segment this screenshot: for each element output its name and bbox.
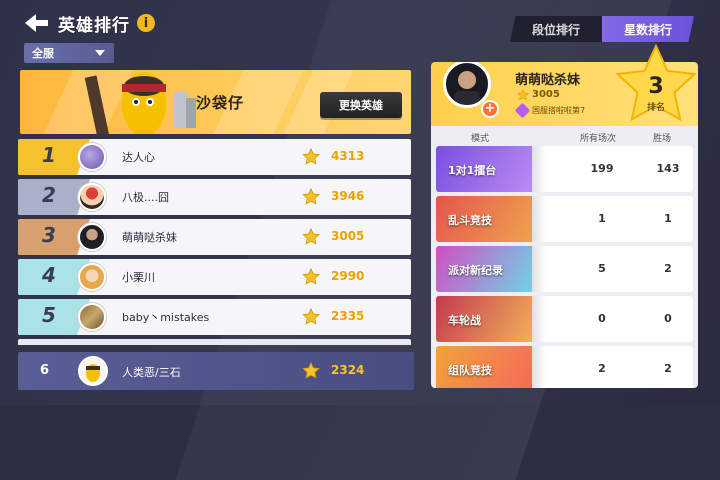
star-score: 3946: [331, 189, 365, 203]
stats-header-wins: 胜场: [653, 134, 672, 144]
row-divider: [532, 246, 546, 292]
row-divider: [532, 146, 546, 192]
server-filter-dropdown[interactable]: 全服: [24, 43, 114, 63]
player-name: 小栗川: [122, 271, 155, 284]
mode-name: 车轮战: [448, 314, 481, 327]
player-name: 八极....囧: [122, 191, 169, 204]
row-divider: [532, 196, 546, 242]
change-hero-button[interactable]: 更换英雄: [320, 92, 402, 118]
chevron-down-icon: [95, 50, 105, 56]
tab-star-ranking[interactable]: 星数排行: [602, 16, 694, 42]
player-name: 达人心: [122, 151, 155, 164]
mode-name: 1对1擂台: [448, 164, 497, 177]
mode-wins: 2: [664, 362, 672, 375]
add-friend-icon[interactable]: +: [481, 100, 499, 118]
star-icon: [302, 362, 320, 379]
rank-number: 1: [42, 143, 56, 167]
leaderboard-row[interactable]: 3 萌萌哒杀妹 3005: [18, 219, 411, 255]
avatar[interactable]: [78, 183, 106, 211]
star-score: 3005: [331, 229, 365, 243]
mode-total-games: 0: [598, 312, 606, 325]
mode-wins: 2: [664, 262, 672, 275]
hero-portrait-icon: [84, 72, 196, 134]
star-icon: [302, 268, 320, 285]
mode-total-games: 5: [598, 262, 606, 275]
row-divider: [532, 296, 546, 342]
leaderboard-row-partial[interactable]: [18, 339, 411, 345]
star-icon: [302, 148, 320, 165]
mode-name: 乱斗竞技: [448, 214, 492, 227]
row-divider: [532, 346, 546, 388]
info-icon[interactable]: i: [137, 14, 155, 32]
avatar[interactable]: [78, 143, 106, 171]
mode-stat-row: 车轮战 0 0: [436, 296, 693, 342]
leaderboard-row[interactable]: 2 八极....囧 3946: [18, 179, 411, 215]
profile-stars: 3005: [532, 89, 560, 100]
star-score: 2990: [331, 269, 365, 283]
rank-number: 2: [42, 183, 56, 207]
rank-number: 3: [42, 223, 56, 247]
mode-total-games: 199: [590, 162, 614, 175]
avatar[interactable]: [78, 263, 106, 291]
mode-total-games: 1: [598, 212, 606, 225]
star-score: 4313: [331, 149, 365, 163]
star-icon: [517, 89, 529, 101]
rank-label: 排名: [646, 103, 665, 113]
page-title: 英雄排行: [58, 15, 130, 36]
avatar[interactable]: [78, 223, 106, 251]
mode-wins: 0: [664, 312, 672, 325]
mode-stats-panel: 模式 所有场次 胜场 1对1擂台 199 143 乱斗竞技 1 1 派对新纪录 …: [431, 126, 698, 388]
mode-name: 组队竞技: [448, 364, 492, 377]
mode-stat-row: 1对1擂台 199 143: [436, 146, 693, 192]
header: 英雄排行 i: [22, 9, 155, 37]
my-rank-row[interactable]: 6 人类恶/三石 2324: [18, 352, 414, 390]
mode-wins: 143: [656, 162, 680, 175]
hero-name: 沙袋仔: [196, 94, 245, 112]
mode-stat-row: 组队竞技 2 2: [436, 346, 693, 388]
profile-name: 萌萌哒杀妹: [515, 73, 581, 88]
stats-header-total: 所有场次: [580, 134, 617, 144]
rank-number: 5: [42, 303, 56, 327]
profile-badge-text: 国服搭啦啦第7: [532, 106, 586, 115]
rank-star: 3 排名: [613, 43, 699, 130]
leaderboard-row[interactable]: 1 达人心 4313: [18, 139, 411, 175]
rank-value: 3: [648, 74, 664, 99]
mode-name: 派对新纪录: [448, 264, 503, 277]
server-filter-label: 全服: [32, 47, 54, 60]
my-avatar[interactable]: [78, 356, 108, 386]
star-score: 2335: [331, 309, 365, 323]
avatar[interactable]: [78, 303, 106, 331]
leaderboard-row[interactable]: 4 小栗川 2990: [18, 259, 411, 295]
my-rank-number: 6: [40, 363, 50, 378]
leaderboard-row[interactable]: 5 baby丶mistakes 2335: [18, 299, 411, 335]
hero-banner: 沙袋仔 更换英雄: [20, 70, 411, 134]
tab-division-ranking[interactable]: 段位排行: [510, 16, 602, 42]
star-icon: [302, 188, 320, 205]
my-star-score: 2324: [331, 363, 365, 377]
star-icon: [302, 228, 320, 245]
rank-number: 4: [42, 263, 56, 287]
mode-stat-row: 派对新纪录 5 2: [436, 246, 693, 292]
star-icon: [302, 308, 320, 325]
back-arrow-icon[interactable]: [22, 12, 52, 34]
ranking-tabs: 段位排行 星数排行: [510, 16, 694, 42]
mode-total-games: 2: [598, 362, 606, 375]
stats-header-mode: 模式: [471, 134, 490, 144]
player-name: baby丶mistakes: [122, 311, 210, 324]
player-name: 萌萌哒杀妹: [122, 231, 177, 244]
badge-icon: [514, 102, 531, 119]
leaderboard-list[interactable]: 1 达人心 4313 2 八极....囧 3946 3 萌萌哒杀妹 3005 4…: [18, 139, 411, 345]
my-player-name: 人类恶/三石: [122, 366, 181, 379]
mode-wins: 1: [664, 212, 672, 225]
mode-stat-row: 乱斗竞技 1 1: [436, 196, 693, 242]
